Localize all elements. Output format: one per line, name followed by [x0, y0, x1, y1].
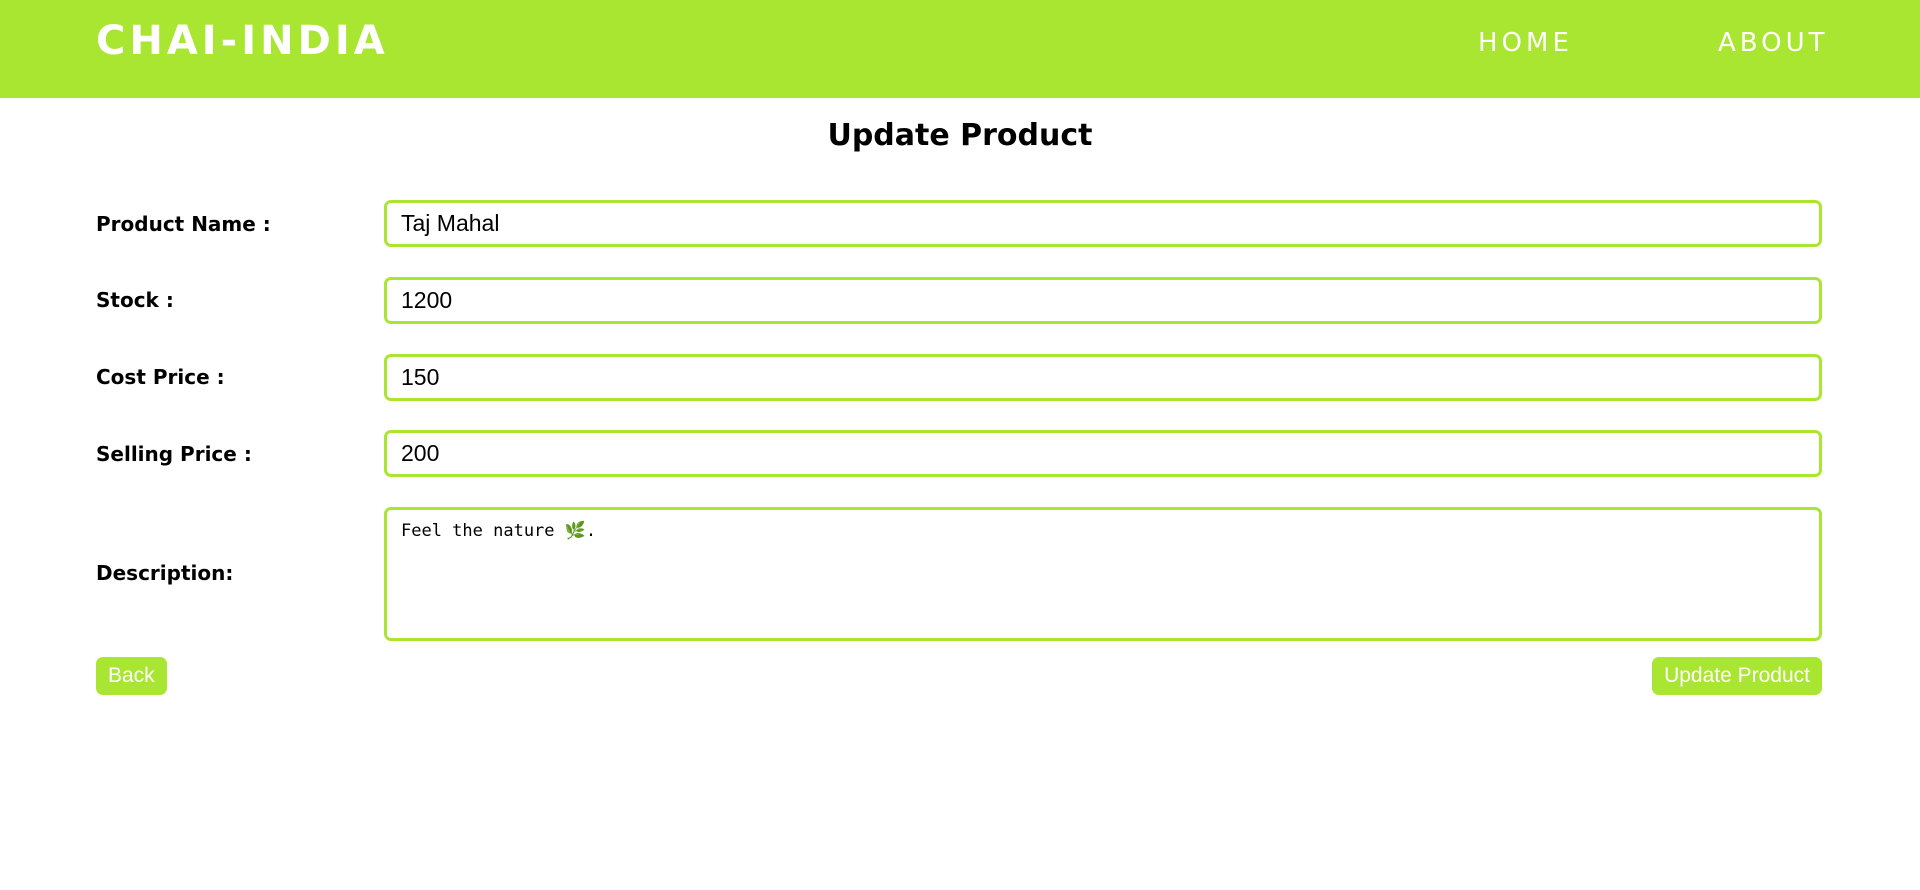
- nav-link-about[interactable]: ABOUT: [1718, 28, 1829, 58]
- cost-price-input[interactable]: [384, 354, 1822, 401]
- back-button[interactable]: Back: [96, 657, 167, 695]
- stock-input[interactable]: [384, 277, 1822, 324]
- nav-link-home[interactable]: HOME: [1478, 28, 1573, 58]
- description-textarea[interactable]: Feel the nature 🌿.: [384, 507, 1822, 641]
- brand-logo[interactable]: CHAI-INDIA: [96, 18, 389, 64]
- cost-price-label: Cost Price :: [96, 365, 225, 389]
- product-name-input[interactable]: [384, 200, 1822, 247]
- selling-price-input[interactable]: [384, 430, 1822, 477]
- product-name-label: Product Name :: [96, 212, 271, 236]
- navbar: CHAI-INDIA HOME ABOUT: [0, 0, 1920, 98]
- stock-label: Stock :: [96, 288, 174, 312]
- update-product-button[interactable]: Update Product: [1652, 657, 1822, 695]
- description-label: Description:: [96, 561, 234, 585]
- selling-price-label: Selling Price :: [96, 442, 252, 466]
- page-title: Update Product: [827, 118, 1093, 153]
